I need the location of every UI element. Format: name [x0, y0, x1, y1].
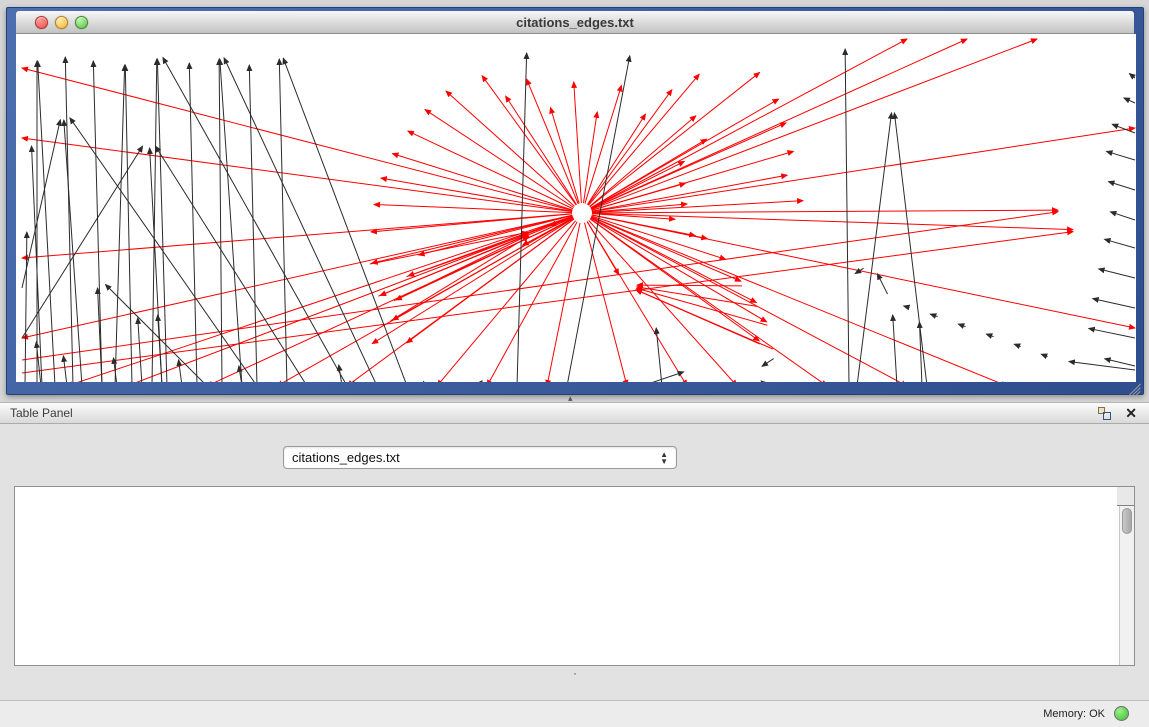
- citation-edge-red[interactable]: [425, 110, 574, 208]
- citation-edge-red[interactable]: [637, 288, 768, 325]
- citation-edge-red[interactable]: [591, 39, 1037, 209]
- citation-edge[interactable]: [1041, 354, 1047, 356]
- citation-edge[interactable]: [125, 65, 132, 382]
- network-view-window[interactable]: citations_edges.txt: [6, 7, 1144, 395]
- table-vertical-scrollbar[interactable]: [1119, 506, 1134, 665]
- citation-edge-red[interactable]: [591, 217, 1007, 382]
- citation-network-graph[interactable]: [16, 34, 1136, 382]
- citation-edge[interactable]: [93, 61, 102, 382]
- citation-edge-red[interactable]: [506, 96, 577, 205]
- citation-edge-red[interactable]: [591, 217, 741, 281]
- citation-edge[interactable]: [64, 120, 82, 382]
- citation-edge-red[interactable]: [22, 214, 572, 258]
- network-window-titlebar[interactable]: citations_edges.txt: [16, 11, 1134, 34]
- citation-edge[interactable]: [1089, 328, 1135, 338]
- citation-edge[interactable]: [656, 328, 662, 382]
- citation-edge[interactable]: [158, 315, 162, 382]
- citation-edge-red[interactable]: [592, 213, 1073, 229]
- float-panel-icon[interactable]: [1098, 407, 1111, 420]
- citation-edge[interactable]: [877, 274, 887, 294]
- citation-edge[interactable]: [845, 49, 849, 382]
- split-pane-divider[interactable]: ▴: [0, 395, 1149, 402]
- citation-edge[interactable]: [1014, 344, 1020, 346]
- citation-edge[interactable]: [642, 372, 684, 382]
- citation-edge-red[interactable]: [636, 290, 773, 349]
- citation-edge-red[interactable]: [592, 210, 1058, 213]
- citation-edge-red[interactable]: [22, 212, 1058, 360]
- citation-edge[interactable]: [1069, 362, 1135, 370]
- citation-edge[interactable]: [1129, 73, 1135, 78]
- citation-edge[interactable]: [424, 381, 425, 382]
- memory-status-label: Memory: OK: [1043, 708, 1105, 720]
- citation-edge[interactable]: [1105, 359, 1135, 366]
- citation-edge[interactable]: [22, 146, 143, 338]
- citation-edge[interactable]: [958, 324, 965, 327]
- memory-status-indicator-icon[interactable]: [1114, 706, 1129, 721]
- citation-edge[interactable]: [65, 57, 73, 382]
- table-source-combobox[interactable]: citations_edges.txt ▲▼: [283, 446, 677, 469]
- citation-edge[interactable]: [224, 58, 377, 382]
- citation-edge[interactable]: [354, 381, 355, 382]
- citation-edge-red[interactable]: [591, 39, 907, 208]
- citation-edge[interactable]: [105, 284, 207, 382]
- citation-edge[interactable]: [1093, 299, 1135, 308]
- citation-edge[interactable]: [761, 381, 767, 382]
- citation-edge-red[interactable]: [591, 218, 756, 303]
- citation-edge-red[interactable]: [574, 82, 582, 203]
- citation-edge-red[interactable]: [592, 151, 794, 210]
- table-panel: Table Panel ✕ citations_edges.txt ▲▼: [0, 402, 1149, 700]
- citation-edge[interactable]: [1099, 269, 1135, 278]
- citation-edge-red[interactable]: [370, 232, 527, 264]
- citation-edge[interactable]: [339, 365, 342, 382]
- citation-edge-red[interactable]: [22, 68, 572, 210]
- citation-edge-red[interactable]: [22, 138, 572, 212]
- citation-edge-red[interactable]: [585, 223, 627, 382]
- table-panel-header: Table Panel ✕: [0, 403, 1149, 424]
- table-panel-title: Table Panel: [10, 406, 73, 420]
- citation-edge-red[interactable]: [527, 79, 579, 204]
- citation-edge-red[interactable]: [583, 112, 597, 203]
- status-bar: Memory: OK: [0, 700, 1149, 727]
- citation-edge[interactable]: [115, 65, 125, 382]
- citation-edge-red[interactable]: [22, 215, 572, 338]
- citation-edge[interactable]: [1106, 151, 1135, 160]
- citation-edge[interactable]: [904, 306, 910, 307]
- citation-edge[interactable]: [857, 113, 891, 382]
- network-canvas[interactable]: [16, 34, 1136, 382]
- citation-edge[interactable]: [179, 360, 182, 382]
- citation-edge[interactable]: [1124, 98, 1135, 103]
- citation-edge[interactable]: [930, 314, 937, 317]
- table-type-tabs: [0, 673, 1149, 675]
- table-source-value: citations_edges.txt: [292, 450, 400, 465]
- citation-edge[interactable]: [1108, 182, 1135, 190]
- citation-edge[interactable]: [22, 120, 60, 288]
- citation-edge[interactable]: [893, 315, 897, 382]
- node-table-container: [14, 486, 1135, 666]
- citation-edge-red[interactable]: [482, 76, 576, 205]
- network-window-title: citations_edges.txt: [16, 15, 1134, 30]
- citation-edge-red[interactable]: [590, 219, 827, 382]
- citation-edge[interactable]: [1110, 212, 1135, 220]
- citation-edge-red[interactable]: [637, 285, 742, 286]
- citation-edge[interactable]: [986, 334, 993, 337]
- citation-edge[interactable]: [567, 56, 630, 382]
- citation-edge-red[interactable]: [592, 215, 1135, 328]
- citation-edge[interactable]: [762, 359, 774, 367]
- citation-edge[interactable]: [63, 356, 67, 382]
- scrollbar-thumb[interactable]: [1122, 508, 1132, 534]
- citation-edge[interactable]: [138, 318, 142, 382]
- close-panel-icon[interactable]: ✕: [1125, 405, 1137, 422]
- combobox-stepper-icon: ▲▼: [660, 451, 668, 465]
- citation-edge[interactable]: [279, 59, 287, 382]
- citation-edge[interactable]: [1105, 239, 1135, 248]
- application-window: citations_edges.txt ▴ Table Panel ✕ cita…: [0, 0, 1149, 727]
- window-resize-grip[interactable]: [1127, 378, 1142, 393]
